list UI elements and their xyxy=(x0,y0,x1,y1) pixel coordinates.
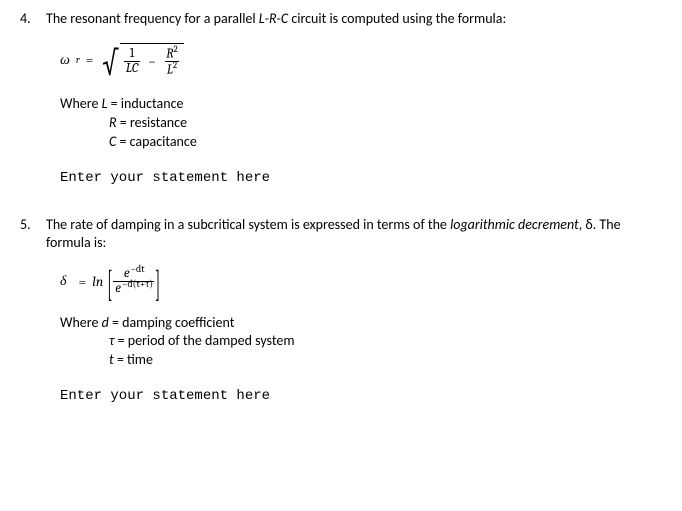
radical-sign: √ xyxy=(103,48,119,82)
prompt-pre: The resonant frequency for a parallel xyxy=(46,10,259,27)
def-line-3: C = capacitance xyxy=(60,133,662,152)
frac2-den: L2 xyxy=(165,61,179,77)
right-bracket: ] xyxy=(155,262,160,306)
prompt-italic: logarithmic decrement xyxy=(450,216,579,233)
prompt-text: The resonant frequency for a parallel L-… xyxy=(46,10,662,29)
item-number: 4. xyxy=(20,10,46,29)
prompt-row: 4. The resonant frequency for a parallel… xyxy=(20,10,662,29)
radicand: 1 LC − R2 L2 xyxy=(120,43,184,77)
formula-4: ωr = √ 1 LC − R2 L2 xyxy=(60,43,662,77)
fraction-2: R2 L2 xyxy=(164,46,180,77)
prompt-text: The rate of damping in a subcritical sys… xyxy=(46,216,662,254)
ln-symbol: ln xyxy=(92,273,103,290)
def-line-2: R = resistance xyxy=(60,114,662,133)
prompt-italic: L-R-C xyxy=(259,10,288,27)
equals-sign: = xyxy=(86,51,94,68)
omega-symbol: ω xyxy=(60,51,70,69)
formula-5: δ = ln [ e−dt e−d(t+τ) ] xyxy=(60,267,662,295)
problem-4: 4. The resonant frequency for a parallel… xyxy=(20,10,662,186)
minus-sign: − xyxy=(148,53,156,70)
prompt-post: circuit is computed using the formula: xyxy=(288,10,506,27)
problem-5: 5. The rate of damping in a subcritical … xyxy=(20,216,662,405)
frac1-num: 1 xyxy=(128,47,137,61)
omega-subscript: r xyxy=(76,54,80,66)
prompt-row: 5. The rate of damping in a subcritical … xyxy=(20,216,662,254)
square-root: √ 1 LC − R2 L2 xyxy=(99,43,183,77)
def-line-1: Where d = damping coefficient xyxy=(60,314,662,333)
def-line-3: t = time xyxy=(60,351,662,370)
fraction-ln: e−dt e−d(t+τ) xyxy=(113,267,154,295)
answer-placeholder-5[interactable]: Enter your statement here xyxy=(60,388,662,404)
answer-placeholder-4[interactable]: Enter your statement here xyxy=(60,170,662,186)
def-line-1: Where L = inductance xyxy=(60,95,662,114)
definitions-5: Where d = damping coefficient τ = period… xyxy=(60,314,662,371)
fraction-1: 1 LC xyxy=(124,47,141,75)
definitions-4: Where L = inductance R = resistance C = … xyxy=(60,95,662,152)
frac2-num: R2 xyxy=(164,46,180,61)
frac1-den: LC xyxy=(124,61,141,76)
prompt-a: The rate of damping in a subcritical sys… xyxy=(46,216,450,233)
equals-sign: = xyxy=(79,273,87,290)
delta-symbol: δ xyxy=(60,272,67,290)
left-bracket: [ xyxy=(107,262,112,306)
item-number: 5. xyxy=(20,216,46,254)
def-line-2: τ = period of the damped system xyxy=(60,332,662,351)
ln-den: e−d(t+τ) xyxy=(113,281,154,296)
